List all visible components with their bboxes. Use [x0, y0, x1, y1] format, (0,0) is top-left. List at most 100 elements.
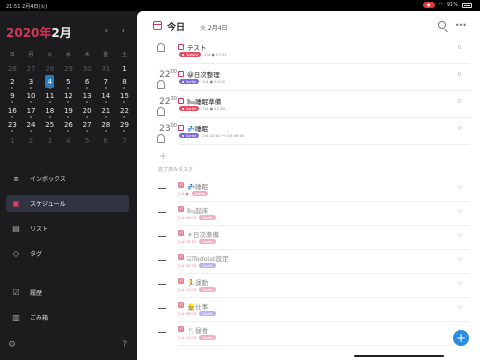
completed-task-row[interactable]: ✓ 💤睡眠 2/4 ● Sortie 0: [137, 180, 480, 202]
calendar-day[interactable]: 13: [78, 92, 97, 104]
calendar-day[interactable]: 28: [40, 65, 59, 73]
task-checkbox[interactable]: [178, 71, 184, 77]
calendar-day[interactable]: 2: [22, 137, 41, 145]
calendar-day[interactable]: 27: [22, 65, 41, 73]
minus-icon[interactable]: [158, 332, 166, 333]
task-row[interactable]: 2230 🛏睡眠準備 Sortie 2/4 ● 22:30 0: [137, 95, 480, 118]
calendar-day[interactable]: 18: [40, 107, 59, 118]
calendar-day[interactable]: 26: [3, 65, 22, 73]
calendar-day[interactable]: 12: [59, 92, 78, 104]
calendar-day[interactable]: 22: [115, 107, 134, 118]
completed-task-row[interactable]: ✓🍴昼食2/4 12:00Sortie0: [137, 324, 480, 346]
calendar-day[interactable]: 1: [3, 137, 22, 145]
project-tag: Sortie: [191, 191, 208, 196]
checked-checkbox[interactable]: ✓: [178, 206, 184, 212]
minus-icon[interactable]: [158, 188, 166, 189]
calendar-day[interactable]: 17: [22, 107, 41, 118]
checked-checkbox[interactable]: ✓: [178, 302, 184, 308]
calendar-day[interactable]: 31: [96, 65, 115, 73]
calendar-day[interactable]: 10: [22, 92, 41, 104]
completed-task-row[interactable]: ✓ 👷仕事 2/4 08:00 Sortie 0: [137, 300, 480, 322]
task-meta: 2/4 06:30 Sortie: [178, 263, 216, 268]
completed-task-row[interactable]: ✓ 🏃運動 2/4 07:00 Sortie 0: [137, 276, 480, 298]
calendar-day[interactable]: 29: [115, 121, 134, 133]
task-count: 0: [457, 257, 461, 263]
calendar-day[interactable]: 9: [3, 92, 22, 104]
minus-icon[interactable]: [158, 284, 166, 285]
calendar-day[interactable]: 16: [3, 107, 22, 118]
sidebar-item-list[interactable]: ▤ リスト: [6, 220, 129, 237]
task-title: 🛏睡眠準備: [187, 98, 222, 106]
completed-task-row[interactable]: ✓ ☑Todoist設定 2/4 06:30 Sortie 0: [137, 252, 480, 274]
calendar-day[interactable]: 1: [115, 65, 134, 73]
calendar-day[interactable]: 3: [22, 78, 41, 89]
chevron-right-icon[interactable]: ›: [122, 26, 125, 35]
calendar-day-number: 4: [66, 137, 71, 146]
completed-task-row[interactable]: ✓ ☀日次準備 2/4 06:15 Sortie 0: [137, 228, 480, 250]
calendar-day[interactable]: 8: [115, 78, 134, 89]
gear-icon[interactable]: ⚙: [8, 340, 16, 350]
calendar-day-number: 25: [45, 121, 55, 130]
calendar-day[interactable]: 2: [3, 78, 22, 89]
task-time-minute: 00: [170, 69, 177, 75]
add-fab-button[interactable]: +: [453, 330, 469, 346]
calendar-day[interactable]: 15: [115, 92, 134, 104]
search-icon[interactable]: [438, 21, 446, 29]
add-task-button[interactable]: +: [159, 151, 167, 162]
main-panel: 今日 火 2月4日 ••• テスト Todoist 2/4 ● 07:31 0 2200…: [137, 11, 480, 360]
sidebar-item-history[interactable]: ☑ 履歴: [6, 284, 129, 301]
minus-icon[interactable]: [158, 308, 166, 309]
minus-icon[interactable]: [158, 236, 166, 237]
checked-checkbox[interactable]: ✓: [178, 278, 184, 284]
calendar-day[interactable]: 23: [3, 121, 22, 133]
task-row[interactable]: 2200 😀日次整理 Sortie 2/4 ● 22:00 0: [137, 68, 480, 91]
more-icon[interactable]: •••: [455, 21, 467, 30]
calendar-day[interactable]: 7: [115, 137, 134, 145]
completed-task-row[interactable]: ✓ 🛏起床 2/4 06:00 Sortie 0: [137, 204, 480, 226]
sidebar-item-schedule[interactable]: ▣ スケジュール: [6, 195, 129, 212]
minus-icon[interactable]: [158, 260, 166, 261]
minus-icon[interactable]: [158, 212, 166, 213]
task-checkbox[interactable]: [178, 98, 184, 104]
calendar-day[interactable]: 24: [22, 121, 41, 133]
chevron-left-icon[interactable]: ‹: [105, 26, 108, 35]
sidebar-item-inbox[interactable]: ⧈ インボックス: [6, 170, 129, 187]
task-title: 🏃運動: [187, 279, 209, 287]
sidebar-item-trash[interactable]: ▥ ごみ箱: [6, 309, 129, 326]
calendar-day[interactable]: 3: [40, 137, 59, 145]
calendar-day[interactable]: 30: [78, 65, 97, 73]
calendar-week: 1 2 3 4 5 6 7: [3, 134, 134, 149]
task-due: 2/4 ● 07:31: [204, 52, 227, 57]
calendar-day[interactable]: 28: [96, 121, 115, 133]
calendar-day[interactable]: 11: [40, 92, 59, 104]
question-icon[interactable]: ?: [122, 340, 127, 350]
calendar-day[interactable]: 5: [78, 137, 97, 145]
task-row[interactable]: 2300 💤睡眠 Sortie 2/4 23:00 → 2/5 06:00 0: [137, 122, 480, 145]
calendar-day[interactable]: 6: [96, 137, 115, 145]
calendar-day[interactable]: 26: [59, 121, 78, 133]
task-checkbox[interactable]: [178, 125, 184, 131]
checked-checkbox[interactable]: ✓: [178, 230, 184, 236]
weekday-label: 金: [103, 51, 109, 58]
checked-checkbox[interactable]: ✓: [178, 326, 184, 332]
task-row[interactable]: テスト Todoist 2/4 ● 07:31 0: [137, 41, 480, 64]
month-navigation: ‹ ›: [105, 26, 125, 35]
calendar-day[interactable]: 14: [96, 92, 115, 104]
calendar-day[interactable]: 4: [59, 137, 78, 145]
project-tag: Sortie: [199, 287, 216, 292]
sidebar-item-tag[interactable]: ◇ タグ: [6, 245, 129, 262]
calendar-day[interactable]: 20: [78, 107, 97, 118]
calendar-day[interactable]: 25: [40, 121, 59, 133]
calendar-day[interactable]: 21: [96, 107, 115, 118]
calendar-day[interactable]: 27: [78, 121, 97, 133]
calendar-day[interactable]: 29: [59, 65, 78, 73]
calendar-day[interactable]: 4: [40, 74, 59, 89]
weekday-label: 水: [65, 51, 71, 58]
checked-checkbox[interactable]: ✓: [178, 254, 184, 260]
calendar-day[interactable]: 6: [78, 78, 97, 89]
calendar-day[interactable]: 19: [59, 107, 78, 118]
calendar-day[interactable]: 5: [59, 78, 78, 89]
task-checkbox[interactable]: [178, 44, 184, 50]
calendar-day[interactable]: 7: [96, 78, 115, 89]
checked-checkbox[interactable]: ✓: [178, 182, 184, 188]
